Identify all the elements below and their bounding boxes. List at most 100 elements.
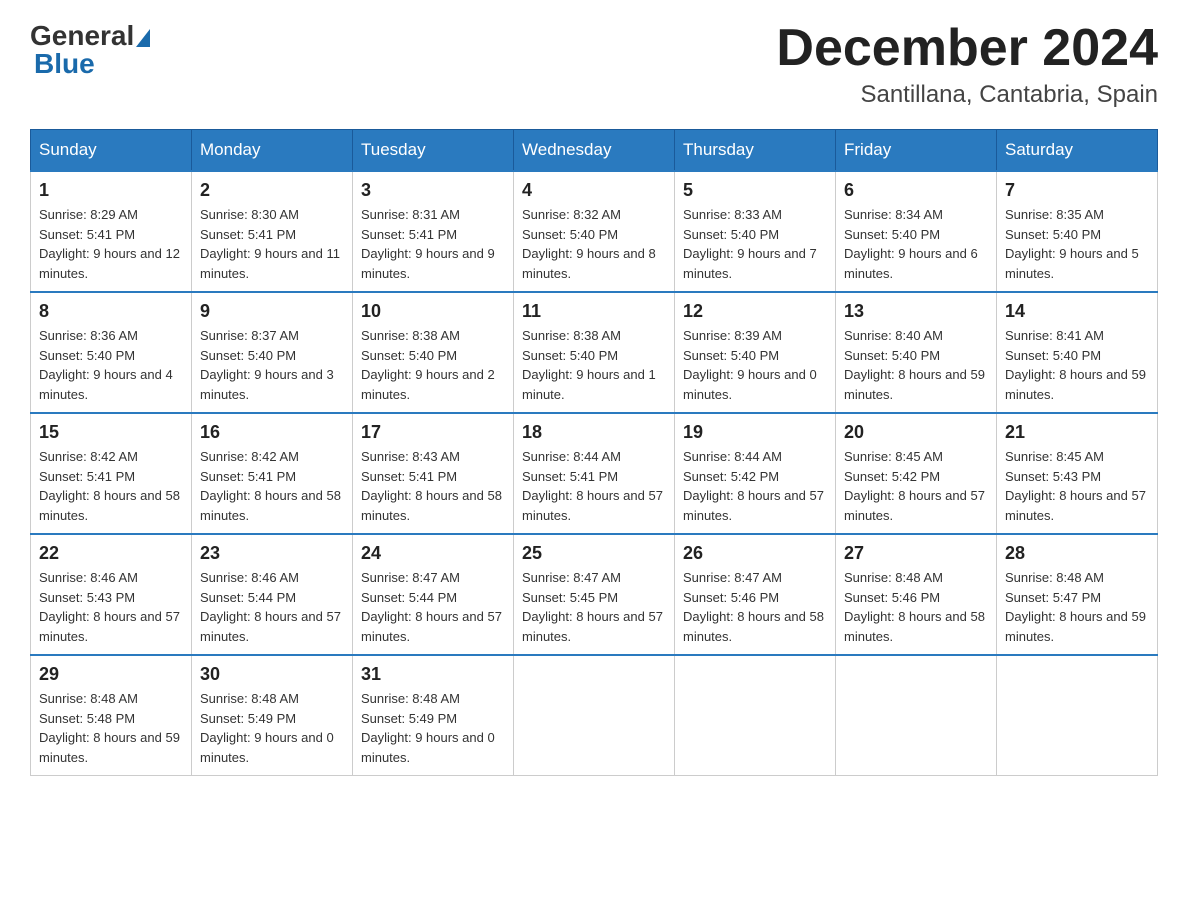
day-info: Sunrise: 8:38 AM Sunset: 5:40 PM Dayligh… [522, 326, 666, 404]
day-number: 8 [39, 301, 183, 322]
day-info: Sunrise: 8:46 AM Sunset: 5:44 PM Dayligh… [200, 568, 344, 646]
calendar-day-cell: 22 Sunrise: 8:46 AM Sunset: 5:43 PM Dayl… [31, 534, 192, 655]
calendar-day-cell: 9 Sunrise: 8:37 AM Sunset: 5:40 PM Dayli… [192, 292, 353, 413]
day-number: 1 [39, 180, 183, 201]
day-info: Sunrise: 8:41 AM Sunset: 5:40 PM Dayligh… [1005, 326, 1149, 404]
day-info: Sunrise: 8:45 AM Sunset: 5:42 PM Dayligh… [844, 447, 988, 525]
day-info: Sunrise: 8:48 AM Sunset: 5:46 PM Dayligh… [844, 568, 988, 646]
day-info: Sunrise: 8:32 AM Sunset: 5:40 PM Dayligh… [522, 205, 666, 283]
calendar-day-cell: 2 Sunrise: 8:30 AM Sunset: 5:41 PM Dayli… [192, 171, 353, 292]
day-info: Sunrise: 8:42 AM Sunset: 5:41 PM Dayligh… [200, 447, 344, 525]
day-number: 11 [522, 301, 666, 322]
day-info: Sunrise: 8:48 AM Sunset: 5:48 PM Dayligh… [39, 689, 183, 767]
calendar-day-cell: 26 Sunrise: 8:47 AM Sunset: 5:46 PM Dayl… [675, 534, 836, 655]
day-number: 13 [844, 301, 988, 322]
day-number: 6 [844, 180, 988, 201]
day-number: 27 [844, 543, 988, 564]
day-info: Sunrise: 8:42 AM Sunset: 5:41 PM Dayligh… [39, 447, 183, 525]
day-info: Sunrise: 8:40 AM Sunset: 5:40 PM Dayligh… [844, 326, 988, 404]
day-info: Sunrise: 8:30 AM Sunset: 5:41 PM Dayligh… [200, 205, 344, 283]
title-area: December 2024 Santillana, Cantabria, Spa… [776, 20, 1158, 109]
calendar-day-cell [675, 655, 836, 776]
logo: General Blue [30, 20, 150, 80]
day-info: Sunrise: 8:47 AM Sunset: 5:44 PM Dayligh… [361, 568, 505, 646]
day-number: 28 [1005, 543, 1149, 564]
logo-triangle-icon [136, 29, 150, 47]
day-info: Sunrise: 8:38 AM Sunset: 5:40 PM Dayligh… [361, 326, 505, 404]
day-number: 10 [361, 301, 505, 322]
day-info: Sunrise: 8:45 AM Sunset: 5:43 PM Dayligh… [1005, 447, 1149, 525]
calendar-day-cell: 7 Sunrise: 8:35 AM Sunset: 5:40 PM Dayli… [997, 171, 1158, 292]
day-number: 26 [683, 543, 827, 564]
day-info: Sunrise: 8:39 AM Sunset: 5:40 PM Dayligh… [683, 326, 827, 404]
day-info: Sunrise: 8:44 AM Sunset: 5:41 PM Dayligh… [522, 447, 666, 525]
day-number: 19 [683, 422, 827, 443]
day-info: Sunrise: 8:48 AM Sunset: 5:49 PM Dayligh… [200, 689, 344, 767]
weekday-header-thursday: Thursday [675, 130, 836, 172]
calendar-day-cell: 6 Sunrise: 8:34 AM Sunset: 5:40 PM Dayli… [836, 171, 997, 292]
weekday-header-row: SundayMondayTuesdayWednesdayThursdayFrid… [31, 130, 1158, 172]
day-info: Sunrise: 8:29 AM Sunset: 5:41 PM Dayligh… [39, 205, 183, 283]
day-info: Sunrise: 8:48 AM Sunset: 5:47 PM Dayligh… [1005, 568, 1149, 646]
day-number: 30 [200, 664, 344, 685]
day-info: Sunrise: 8:43 AM Sunset: 5:41 PM Dayligh… [361, 447, 505, 525]
day-info: Sunrise: 8:35 AM Sunset: 5:40 PM Dayligh… [1005, 205, 1149, 283]
calendar-day-cell: 5 Sunrise: 8:33 AM Sunset: 5:40 PM Dayli… [675, 171, 836, 292]
calendar-day-cell: 16 Sunrise: 8:42 AM Sunset: 5:41 PM Dayl… [192, 413, 353, 534]
calendar-day-cell: 11 Sunrise: 8:38 AM Sunset: 5:40 PM Dayl… [514, 292, 675, 413]
day-number: 21 [1005, 422, 1149, 443]
day-number: 20 [844, 422, 988, 443]
calendar-day-cell: 14 Sunrise: 8:41 AM Sunset: 5:40 PM Dayl… [997, 292, 1158, 413]
day-number: 5 [683, 180, 827, 201]
calendar-day-cell: 8 Sunrise: 8:36 AM Sunset: 5:40 PM Dayli… [31, 292, 192, 413]
day-info: Sunrise: 8:48 AM Sunset: 5:49 PM Dayligh… [361, 689, 505, 767]
weekday-header-saturday: Saturday [997, 130, 1158, 172]
calendar-day-cell: 24 Sunrise: 8:47 AM Sunset: 5:44 PM Dayl… [353, 534, 514, 655]
calendar-day-cell: 23 Sunrise: 8:46 AM Sunset: 5:44 PM Dayl… [192, 534, 353, 655]
day-info: Sunrise: 8:34 AM Sunset: 5:40 PM Dayligh… [844, 205, 988, 283]
calendar-day-cell [514, 655, 675, 776]
day-number: 29 [39, 664, 183, 685]
day-number: 3 [361, 180, 505, 201]
day-info: Sunrise: 8:44 AM Sunset: 5:42 PM Dayligh… [683, 447, 827, 525]
calendar-day-cell: 1 Sunrise: 8:29 AM Sunset: 5:41 PM Dayli… [31, 171, 192, 292]
calendar-day-cell: 15 Sunrise: 8:42 AM Sunset: 5:41 PM Dayl… [31, 413, 192, 534]
day-number: 2 [200, 180, 344, 201]
calendar-day-cell [997, 655, 1158, 776]
calendar-week-row: 29 Sunrise: 8:48 AM Sunset: 5:48 PM Dayl… [31, 655, 1158, 776]
calendar-day-cell: 20 Sunrise: 8:45 AM Sunset: 5:42 PM Dayl… [836, 413, 997, 534]
day-number: 18 [522, 422, 666, 443]
calendar-day-cell: 12 Sunrise: 8:39 AM Sunset: 5:40 PM Dayl… [675, 292, 836, 413]
calendar-day-cell: 3 Sunrise: 8:31 AM Sunset: 5:41 PM Dayli… [353, 171, 514, 292]
calendar-day-cell: 19 Sunrise: 8:44 AM Sunset: 5:42 PM Dayl… [675, 413, 836, 534]
weekday-header-tuesday: Tuesday [353, 130, 514, 172]
day-info: Sunrise: 8:33 AM Sunset: 5:40 PM Dayligh… [683, 205, 827, 283]
day-info: Sunrise: 8:46 AM Sunset: 5:43 PM Dayligh… [39, 568, 183, 646]
calendar-day-cell: 18 Sunrise: 8:44 AM Sunset: 5:41 PM Dayl… [514, 413, 675, 534]
calendar-day-cell: 29 Sunrise: 8:48 AM Sunset: 5:48 PM Dayl… [31, 655, 192, 776]
calendar-day-cell: 21 Sunrise: 8:45 AM Sunset: 5:43 PM Dayl… [997, 413, 1158, 534]
day-number: 17 [361, 422, 505, 443]
day-info: Sunrise: 8:47 AM Sunset: 5:46 PM Dayligh… [683, 568, 827, 646]
day-number: 15 [39, 422, 183, 443]
month-title: December 2024 [776, 20, 1158, 77]
day-number: 9 [200, 301, 344, 322]
day-number: 7 [1005, 180, 1149, 201]
day-number: 16 [200, 422, 344, 443]
day-number: 12 [683, 301, 827, 322]
calendar-day-cell: 10 Sunrise: 8:38 AM Sunset: 5:40 PM Dayl… [353, 292, 514, 413]
calendar-table: SundayMondayTuesdayWednesdayThursdayFrid… [30, 129, 1158, 776]
day-number: 4 [522, 180, 666, 201]
day-number: 31 [361, 664, 505, 685]
day-info: Sunrise: 8:31 AM Sunset: 5:41 PM Dayligh… [361, 205, 505, 283]
calendar-week-row: 8 Sunrise: 8:36 AM Sunset: 5:40 PM Dayli… [31, 292, 1158, 413]
calendar-day-cell: 31 Sunrise: 8:48 AM Sunset: 5:49 PM Dayl… [353, 655, 514, 776]
calendar-week-row: 22 Sunrise: 8:46 AM Sunset: 5:43 PM Dayl… [31, 534, 1158, 655]
location-subtitle: Santillana, Cantabria, Spain [776, 81, 1158, 109]
day-info: Sunrise: 8:37 AM Sunset: 5:40 PM Dayligh… [200, 326, 344, 404]
calendar-day-cell: 13 Sunrise: 8:40 AM Sunset: 5:40 PM Dayl… [836, 292, 997, 413]
weekday-header-wednesday: Wednesday [514, 130, 675, 172]
calendar-day-cell: 27 Sunrise: 8:48 AM Sunset: 5:46 PM Dayl… [836, 534, 997, 655]
calendar-day-cell: 30 Sunrise: 8:48 AM Sunset: 5:49 PM Dayl… [192, 655, 353, 776]
calendar-day-cell [836, 655, 997, 776]
